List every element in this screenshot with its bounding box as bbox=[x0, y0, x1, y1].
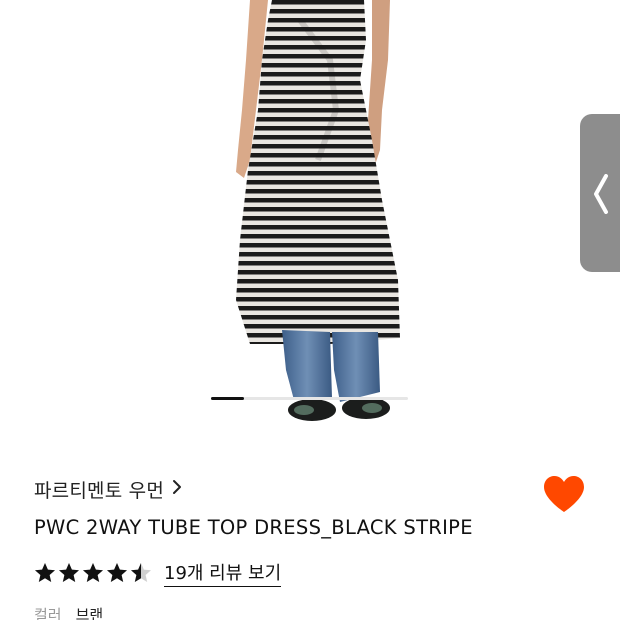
product-photo bbox=[236, 0, 400, 421]
product-meta-row: 컬러 브랜 bbox=[34, 604, 103, 620]
heart-icon bbox=[544, 476, 584, 512]
product-title: PWC 2WAY TUBE TOP DRESS_BLACK STRIPE bbox=[34, 516, 473, 539]
star-icon bbox=[59, 563, 79, 582]
slide-indicator-active bbox=[211, 397, 245, 400]
star-icon bbox=[35, 563, 55, 582]
rating-stars bbox=[34, 562, 154, 584]
wishlist-button[interactable] bbox=[542, 474, 586, 514]
meta-label: 컬러 bbox=[34, 606, 62, 620]
star-icon bbox=[131, 563, 151, 582]
review-link[interactable]: 19개 리뷰 보기 bbox=[164, 559, 282, 587]
meta-value: 브랜 bbox=[75, 606, 104, 620]
slide-indicator bbox=[211, 397, 408, 400]
chevron-right-icon bbox=[172, 479, 182, 499]
brand-name: 파르티멘토 우먼 bbox=[34, 479, 164, 502]
chevron-left-icon bbox=[594, 174, 608, 214]
side-panel-tab[interactable] bbox=[580, 114, 620, 272]
brand-link[interactable]: 파르티멘토 우먼 bbox=[34, 476, 182, 502]
rating-row: 19개 리뷰 보기 bbox=[34, 559, 282, 587]
product-image-gallery[interactable] bbox=[0, 0, 620, 440]
star-icon bbox=[83, 563, 103, 582]
star-icon bbox=[107, 563, 127, 582]
